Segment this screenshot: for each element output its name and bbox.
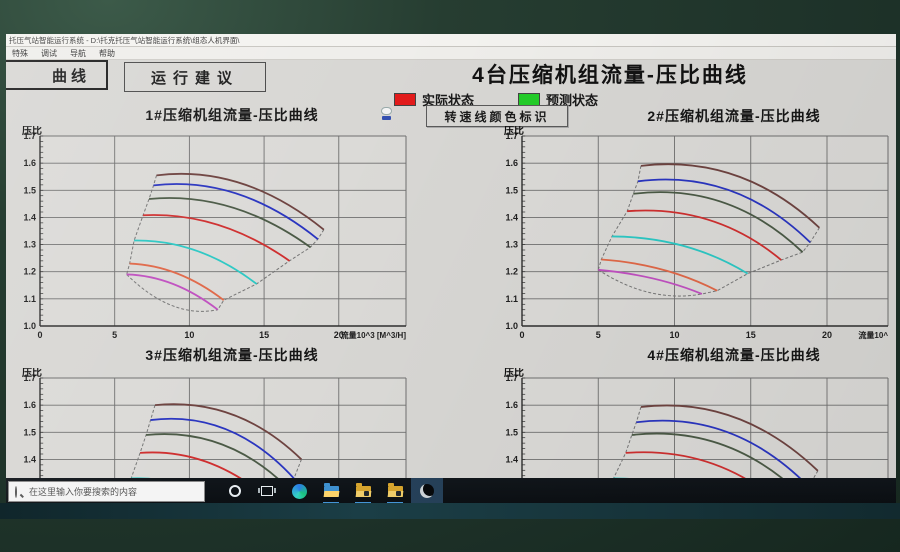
svg-text:压比: 压比 — [504, 126, 524, 137]
windows-taskbar: 在这里输入你要搜索的内容 — [6, 478, 896, 504]
svg-text:1.4: 1.4 — [23, 454, 36, 464]
operation-advice-button[interactable]: 运行建议 — [124, 62, 266, 92]
svg-text:流量10^: 流量10^ — [858, 330, 888, 340]
svg-text:1.0: 1.0 — [23, 321, 36, 331]
search-placeholder: 在这里输入你要搜索的内容 — [29, 485, 137, 498]
svg-text:1.4: 1.4 — [23, 212, 36, 222]
window-title-bar: 托压气站智能运行系统 - D:\托克托压气站智能运行系统\组态人机界面\ — [6, 34, 896, 47]
svg-text:15: 15 — [746, 330, 756, 340]
menu-item-special[interactable]: 特殊 — [12, 48, 28, 59]
svg-text:1.2: 1.2 — [23, 267, 36, 277]
svg-text:1.2: 1.2 — [505, 267, 518, 277]
svg-text:1.4: 1.4 — [505, 454, 518, 464]
svg-text:1.5: 1.5 — [23, 427, 36, 437]
photo-of-monitor: { "window": { "title": "托压气站智能运行系统 - D:\… — [0, 0, 900, 552]
monitor-screen: 托压气站智能运行系统 - D:\托克托压气站智能运行系统\组态人机界面\ 特殊 … — [6, 34, 896, 504]
app-folder-icon — [388, 486, 403, 497]
svg-text:1.4: 1.4 — [505, 212, 518, 222]
active-app-icon — [420, 484, 434, 498]
svg-text:1.3: 1.3 — [23, 240, 36, 250]
task-view-icon — [261, 486, 273, 496]
svg-text:1.3: 1.3 — [505, 240, 518, 250]
svg-text:0: 0 — [37, 330, 42, 340]
chart2-title: 2#压缩机组流量-压比曲线 — [536, 106, 896, 126]
svg-text:1.6: 1.6 — [23, 158, 36, 168]
svg-text:10: 10 — [669, 330, 679, 340]
svg-text:1.5: 1.5 — [505, 427, 518, 437]
chart1-compressor-map: 1.01.11.21.31.41.51.61.705101520压比流量10^3… — [14, 126, 466, 340]
task-view-button[interactable] — [251, 478, 283, 504]
svg-text:1.1: 1.1 — [23, 294, 36, 304]
app-folder-icon — [356, 486, 371, 497]
cortana-icon — [229, 485, 241, 497]
app-folder-button-2[interactable] — [379, 478, 411, 504]
active-app-button[interactable] — [411, 478, 443, 504]
menu-item-help[interactable]: 帮助 — [99, 48, 115, 59]
chart3-title: 3#压缩机组流量-压比曲线 — [6, 345, 458, 365]
monitor-bezel — [0, 503, 900, 519]
chart2-compressor-map: 1.01.11.21.31.41.51.61.705101520压比流量10^ — [492, 126, 896, 340]
svg-text:压比: 压比 — [22, 126, 42, 137]
menu-item-navigate[interactable]: 导航 — [70, 48, 86, 59]
svg-text:1.6: 1.6 — [505, 158, 518, 168]
taskbar-search-input[interactable]: 在这里输入你要搜索的内容 — [8, 481, 205, 502]
svg-text:1.6: 1.6 — [23, 400, 36, 410]
svg-text:1.6: 1.6 — [505, 400, 518, 410]
edge-button[interactable] — [283, 478, 315, 504]
curve-button[interactable]: 曲线 — [6, 60, 108, 90]
svg-text:15: 15 — [259, 330, 269, 340]
svg-text:1.5: 1.5 — [23, 185, 36, 195]
svg-text:5: 5 — [112, 330, 117, 340]
menu-item-debug[interactable]: 调试 — [41, 48, 57, 59]
edge-icon — [292, 484, 307, 499]
svg-text:压比: 压比 — [22, 368, 42, 379]
svg-text:20: 20 — [822, 330, 832, 340]
svg-text:1.1: 1.1 — [505, 294, 518, 304]
page-title: 4台压缩机组流量-压比曲线 — [350, 59, 870, 89]
svg-text:压比: 压比 — [504, 368, 524, 379]
svg-text:5: 5 — [596, 330, 601, 340]
file-explorer-icon — [324, 486, 339, 497]
search-icon — [15, 487, 23, 495]
cortana-button[interactable] — [219, 478, 251, 504]
chart4-title: 4#压缩机组流量-压比曲线 — [536, 345, 896, 365]
svg-text:1.0: 1.0 — [505, 321, 518, 331]
svg-text:流量10^3 [M^3/H]: 流量10^3 [M^3/H] — [341, 330, 407, 340]
file-explorer-button[interactable] — [315, 478, 347, 504]
svg-text:1.5: 1.5 — [505, 185, 518, 195]
busy-cursor-icon — [381, 107, 392, 121]
svg-text:10: 10 — [184, 330, 194, 340]
svg-text:0: 0 — [519, 330, 524, 340]
app-folder-button-1[interactable] — [347, 478, 379, 504]
window-title: 托压气站智能运行系统 - D:\托克托压气站智能运行系统\组态人机界面\ — [9, 35, 239, 46]
